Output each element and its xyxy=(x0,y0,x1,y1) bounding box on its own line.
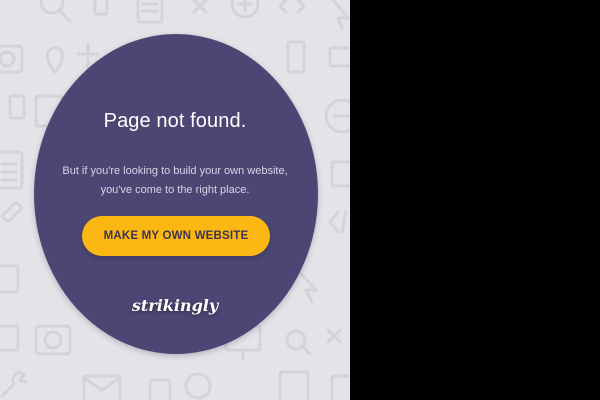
close-icon xyxy=(326,328,342,344)
strikingly-logo[interactable]: strikingly xyxy=(0,296,350,315)
paint-bucket-icon xyxy=(330,374,350,400)
error-message-line-2: you've come to the right place. xyxy=(100,184,250,196)
wrench-icon xyxy=(0,371,28,398)
error-message: But if you're looking to build your own … xyxy=(50,162,300,200)
image-icon xyxy=(330,160,350,188)
location-pin-icon xyxy=(46,46,64,74)
code-icon xyxy=(278,0,306,14)
clipboard-icon xyxy=(0,150,24,190)
clipboard-icon xyxy=(278,370,310,400)
location-pin-icon xyxy=(184,372,212,400)
code-icon xyxy=(328,210,348,234)
error-message-line-1: But if you're looking to build your own … xyxy=(62,165,288,177)
phone-icon xyxy=(286,40,306,74)
monitor-icon xyxy=(328,46,350,68)
zoom-icon xyxy=(230,0,260,19)
close-icon xyxy=(192,0,208,14)
image-icon xyxy=(0,324,20,352)
pointer-icon xyxy=(331,0,350,30)
phone-icon xyxy=(93,0,109,16)
page-title: Page not found. xyxy=(103,110,247,132)
search-icon xyxy=(39,0,72,23)
page-viewport: Page not found. But if you're looking to… xyxy=(0,0,350,400)
trash-icon xyxy=(148,378,172,400)
camera-icon xyxy=(34,324,72,356)
document-icon xyxy=(136,0,164,24)
camera-icon xyxy=(0,44,24,74)
black-offscreen-area xyxy=(350,0,600,400)
envelope-icon xyxy=(82,374,122,400)
make-my-own-website-button[interactable]: MAKE MY OWN WEBSITE xyxy=(82,216,270,256)
paint-bucket-icon xyxy=(0,264,20,294)
search-icon xyxy=(285,329,312,356)
pencil-icon xyxy=(0,200,24,224)
